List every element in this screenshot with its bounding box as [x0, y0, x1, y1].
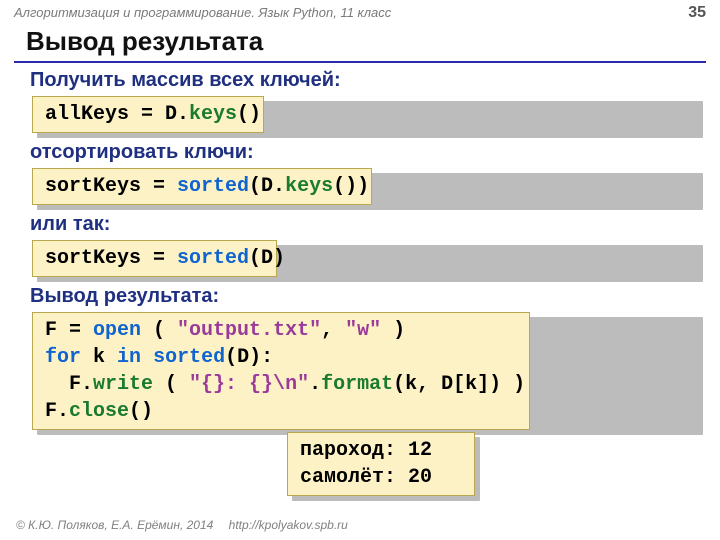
footer-author: © К.Ю. Поляков, Е.А. Ерёмин, 2014	[16, 518, 213, 532]
codebox-sortkeys2: sortKeys = sorted(D)	[32, 240, 698, 277]
codebox-allkeys: allKeys = D.keys()	[32, 96, 698, 133]
label-output: Вывод результата:	[30, 285, 698, 308]
slide-footer: © К.Ю. Поляков, Е.А. Ерёмин, 2014 http:/…	[16, 518, 348, 532]
slide-title: Вывод результата	[0, 24, 720, 59]
code-output: пароход: 12 самолёт: 20	[287, 432, 475, 496]
slide-header: Алгоритмизация и программирование. Язык …	[0, 0, 720, 24]
code-sortkeys2: sortKeys = sorted(D)	[32, 240, 277, 277]
codebox-fileout: F = open ( "output.txt", "w" ) for k in …	[32, 312, 698, 430]
page-number: 35	[688, 4, 706, 22]
label-or-so: или так:	[30, 213, 698, 236]
codebox-output: пароход: 12 самолёт: 20	[287, 432, 475, 496]
course-title: Алгоритмизация и программирование. Язык …	[14, 5, 391, 20]
slide-content: Получить массив всех ключей: allKeys = D…	[0, 69, 720, 430]
codebox-sortkeys1: sortKeys = sorted(D.keys())	[32, 168, 698, 205]
title-rule	[14, 61, 706, 63]
label-get-keys: Получить массив всех ключей:	[30, 69, 698, 92]
code-fileout: F = open ( "output.txt", "w" ) for k in …	[32, 312, 530, 430]
code-allkeys: allKeys = D.keys()	[32, 96, 264, 133]
label-sort-keys: отсортировать ключи:	[30, 141, 698, 164]
footer-url: http://kpolyakov.spb.ru	[229, 518, 348, 532]
code-sortkeys1: sortKeys = sorted(D.keys())	[32, 168, 372, 205]
